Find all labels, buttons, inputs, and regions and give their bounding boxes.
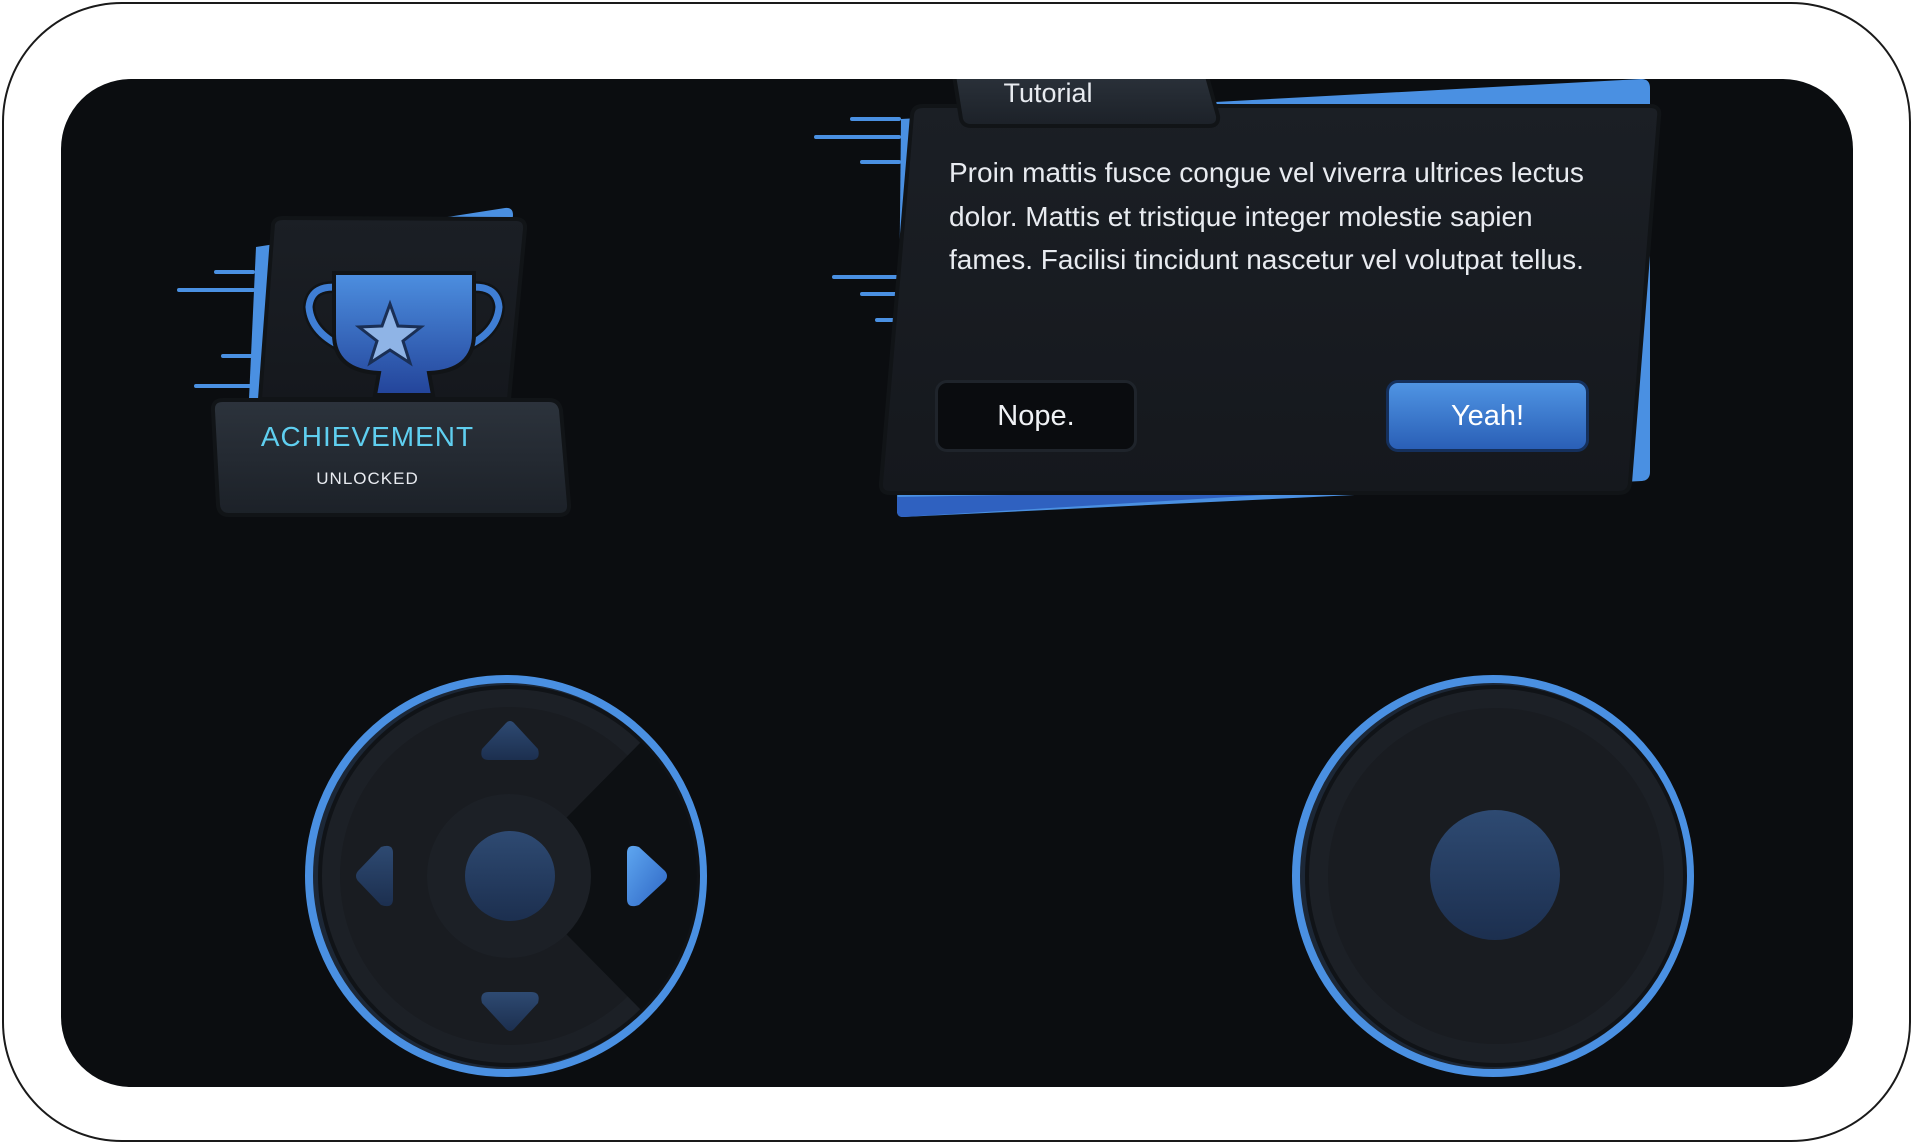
achievement-title: ACHIEVEMENT [260,421,475,452]
nope-button[interactable]: Nope. [935,380,1137,452]
dpad-center [465,831,555,921]
achievement-subtitle: UNLOCKED [316,469,419,488]
joystick-knob[interactable] [1430,810,1560,940]
achievement-banner [210,398,572,517]
tutorial-tab-label: Tutorial [1003,79,1093,108]
yeah-button[interactable]: Yeah! [1386,380,1589,452]
game-screen: ACHIEVEMENT UNLOCKED Tutorial Proin matt… [61,79,1853,1087]
speed-lines-left [177,270,255,388]
tutorial-body-text: Proin mattis fusce congue vel viverra ul… [949,157,1584,275]
dpad[interactable] [305,675,707,1077]
speed-lines-right [814,117,901,322]
nope-button-label: Nope. [997,399,1075,432]
joystick[interactable] [1292,675,1694,1077]
yeah-button-label: Yeah! [1450,399,1525,432]
